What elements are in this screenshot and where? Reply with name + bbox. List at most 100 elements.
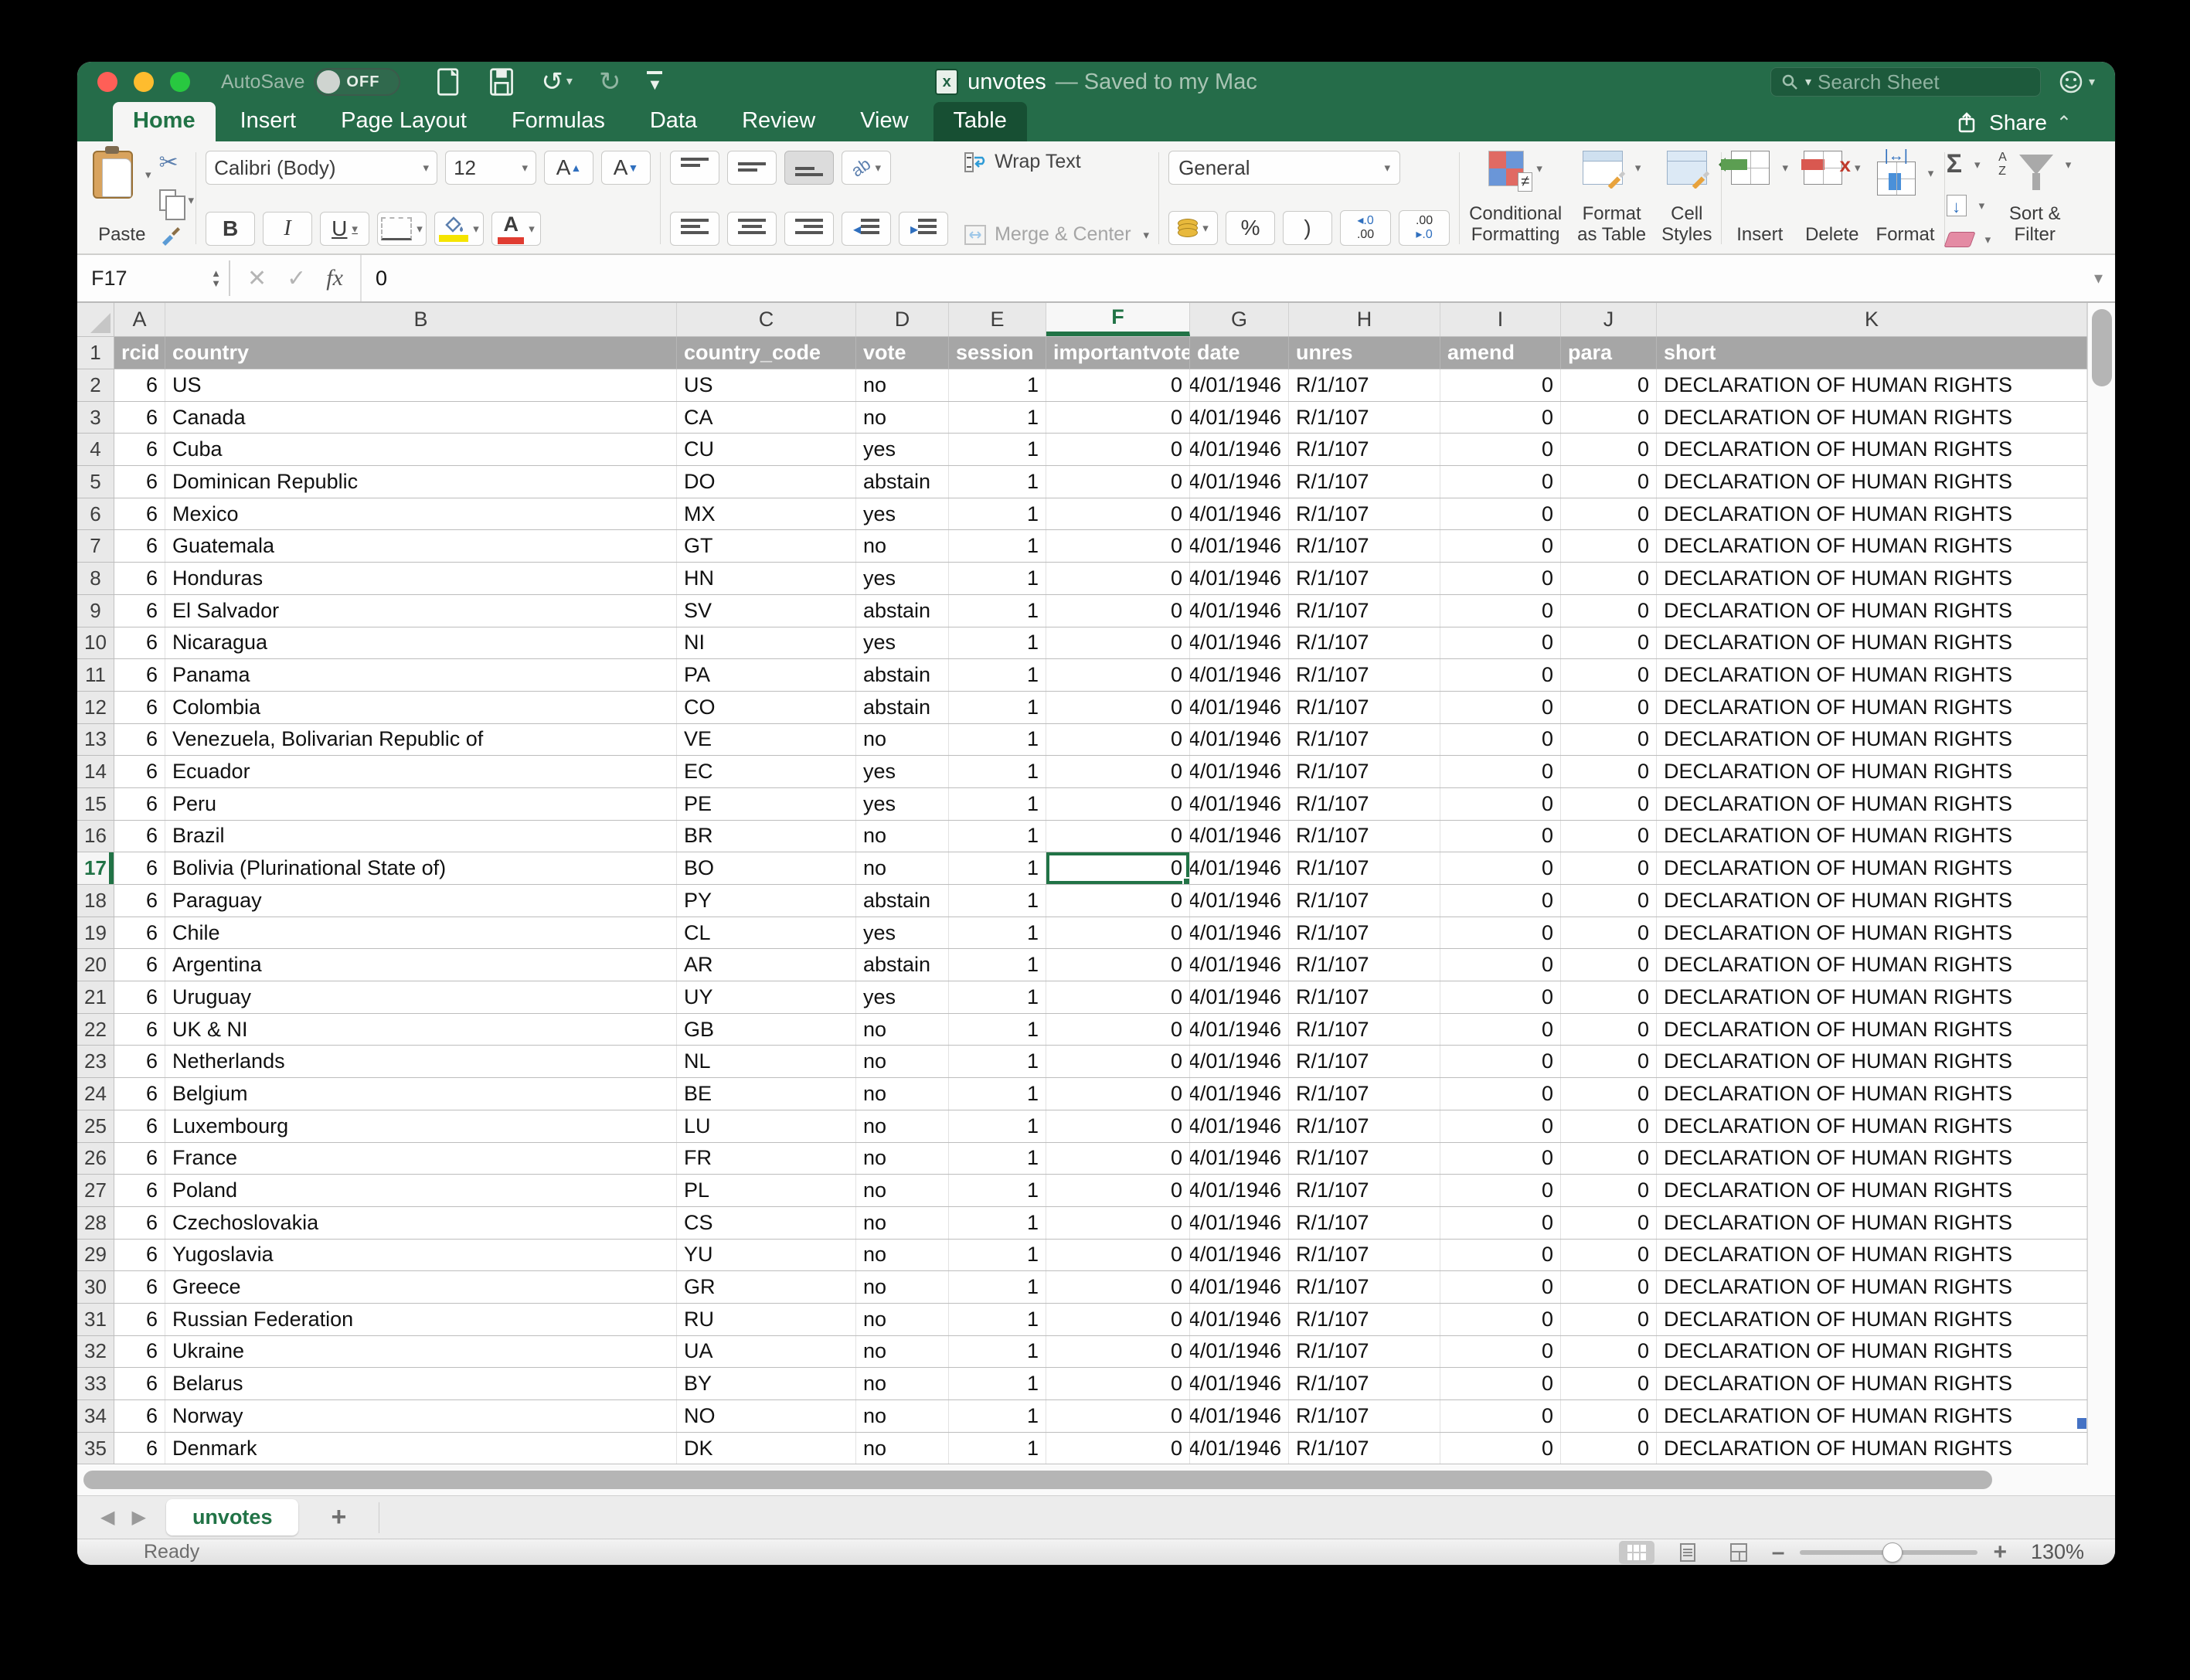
row-header-1[interactable]: 1 (77, 337, 114, 369)
cell-F8[interactable]: 0 (1046, 563, 1190, 594)
cell-G10[interactable]: 04/01/1946 (1190, 627, 1289, 659)
cell-F7[interactable]: 0 (1046, 530, 1190, 562)
page-break-view-button[interactable] (1721, 1541, 1756, 1564)
cell-A12[interactable]: 6 (114, 692, 165, 723)
page-layout-view-button[interactable] (1670, 1541, 1705, 1564)
row-header-7[interactable]: 7 (77, 530, 114, 562)
cell-F18[interactable]: 0 (1046, 885, 1190, 917)
cell-C15[interactable]: PE (677, 788, 856, 820)
font-color-button[interactable]: A ▾ (491, 212, 541, 246)
normal-view-button[interactable] (1619, 1541, 1654, 1564)
cell-J13[interactable]: 0 (1561, 724, 1657, 756)
clear-button[interactable] (1943, 232, 1975, 247)
cell-E11[interactable]: 1 (949, 659, 1046, 691)
cell-F25[interactable]: 0 (1046, 1110, 1190, 1142)
row-header-26[interactable]: 26 (77, 1143, 114, 1175)
sort-filter-caret-icon[interactable]: ▾ (2066, 158, 2072, 172)
align-left-button[interactable] (670, 212, 719, 246)
cell-E15[interactable]: 1 (949, 788, 1046, 820)
add-sheet-button[interactable]: + (318, 1502, 359, 1532)
cell-K9[interactable]: DECLARATION OF HUMAN RIGHTS (1657, 595, 2087, 627)
row-header-16[interactable]: 16 (77, 821, 114, 852)
cell-A20[interactable]: 6 (114, 949, 165, 981)
cell-K14[interactable]: DECLARATION OF HUMAN RIGHTS (1657, 756, 2087, 787)
cell-F5[interactable]: 0 (1046, 466, 1190, 498)
cell-A29[interactable]: 6 (114, 1240, 165, 1271)
cell-A32[interactable]: 6 (114, 1336, 165, 1368)
cell-E16[interactable]: 1 (949, 821, 1046, 852)
undo-caret-icon[interactable]: ▾ (566, 76, 573, 88)
cell-E17[interactable]: 1 (949, 852, 1046, 884)
cell-C33[interactable]: BY (677, 1368, 856, 1399)
paste-caret-icon[interactable]: ▾ (145, 168, 151, 182)
cell-I4[interactable]: 0 (1440, 434, 1561, 465)
cell-G17[interactable]: 04/01/1946 (1190, 852, 1289, 884)
cell-E14[interactable]: 1 (949, 756, 1046, 787)
cell-J3[interactable]: 0 (1561, 402, 1657, 434)
cell-G6[interactable]: 04/01/1946 (1190, 498, 1289, 530)
cell-H23[interactable]: R/1/107 (1289, 1046, 1440, 1077)
row-header-15[interactable]: 15 (77, 788, 114, 820)
cell-D34[interactable]: no (856, 1400, 949, 1432)
autosave-toggle[interactable]: OFF (314, 68, 400, 96)
cell-B14[interactable]: Ecuador (165, 756, 677, 787)
cell-D20[interactable]: abstain (856, 949, 949, 981)
cell-J23[interactable]: 0 (1561, 1046, 1657, 1077)
cell-G1[interactable]: date (1190, 337, 1289, 369)
cell-A6[interactable]: 6 (114, 498, 165, 530)
cell-H19[interactable]: R/1/107 (1289, 917, 1440, 949)
cell-G31[interactable]: 04/01/1946 (1190, 1304, 1289, 1335)
cell-C9[interactable]: SV (677, 595, 856, 627)
cell-G26[interactable]: 04/01/1946 (1190, 1143, 1289, 1175)
cell-A15[interactable]: 6 (114, 788, 165, 820)
col-header-C[interactable]: C (677, 303, 856, 336)
row-header-23[interactable]: 23 (77, 1046, 114, 1077)
col-header-A[interactable]: A (114, 303, 165, 336)
col-header-H[interactable]: H (1289, 303, 1440, 336)
format-as-table-button[interactable]: ▾ Formatas Table (1569, 148, 1654, 249)
cell-H22[interactable]: R/1/107 (1289, 1014, 1440, 1046)
cell-D31[interactable]: no (856, 1304, 949, 1335)
cell-B12[interactable]: Colombia (165, 692, 677, 723)
cell-F1[interactable]: importantvote (1046, 337, 1190, 369)
row-header-33[interactable]: 33 (77, 1368, 114, 1399)
cell-H4[interactable]: R/1/107 (1289, 434, 1440, 465)
cell-A4[interactable]: 6 (114, 434, 165, 465)
cell-K35[interactable]: DECLARATION OF HUMAN RIGHTS (1657, 1433, 2087, 1464)
cell-H32[interactable]: R/1/107 (1289, 1336, 1440, 1368)
cell-I21[interactable]: 0 (1440, 981, 1561, 1013)
cell-J33[interactable]: 0 (1561, 1368, 1657, 1399)
cell-A25[interactable]: 6 (114, 1110, 165, 1142)
cell-F13[interactable]: 0 (1046, 724, 1190, 756)
cell-D32[interactable]: no (856, 1336, 949, 1368)
cell-F26[interactable]: 0 (1046, 1143, 1190, 1175)
cell-I23[interactable]: 0 (1440, 1046, 1561, 1077)
cell-B10[interactable]: Nicaragua (165, 627, 677, 659)
cell-A27[interactable]: 6 (114, 1175, 165, 1206)
cell-B32[interactable]: Ukraine (165, 1336, 677, 1368)
cell-D5[interactable]: abstain (856, 466, 949, 498)
cell-B3[interactable]: Canada (165, 402, 677, 434)
cell-D19[interactable]: yes (856, 917, 949, 949)
cell-B28[interactable]: Czechoslovakia (165, 1207, 677, 1239)
cell-A18[interactable]: 6 (114, 885, 165, 917)
zoom-out-button[interactable]: – (1772, 1539, 1785, 1566)
cell-C10[interactable]: NI (677, 627, 856, 659)
cell-G29[interactable]: 04/01/1946 (1190, 1240, 1289, 1271)
feedback-smiley-icon[interactable]: ▾ (2058, 69, 2095, 95)
cell-F16[interactable]: 0 (1046, 821, 1190, 852)
align-middle-button[interactable] (727, 151, 777, 185)
cell-B8[interactable]: Honduras (165, 563, 677, 594)
cell-I19[interactable]: 0 (1440, 917, 1561, 949)
cell-H16[interactable]: R/1/107 (1289, 821, 1440, 852)
cell-I10[interactable]: 0 (1440, 627, 1561, 659)
tab-review[interactable]: Review (722, 102, 835, 141)
cell-J25[interactable]: 0 (1561, 1110, 1657, 1142)
cell-E3[interactable]: 1 (949, 402, 1046, 434)
cell-H33[interactable]: R/1/107 (1289, 1368, 1440, 1399)
cell-F27[interactable]: 0 (1046, 1175, 1190, 1206)
cell-A11[interactable]: 6 (114, 659, 165, 691)
cell-A1[interactable]: rcid (114, 337, 165, 369)
row-header-5[interactable]: 5 (77, 466, 114, 498)
currency-format-button[interactable]: ▾ (1168, 211, 1218, 245)
